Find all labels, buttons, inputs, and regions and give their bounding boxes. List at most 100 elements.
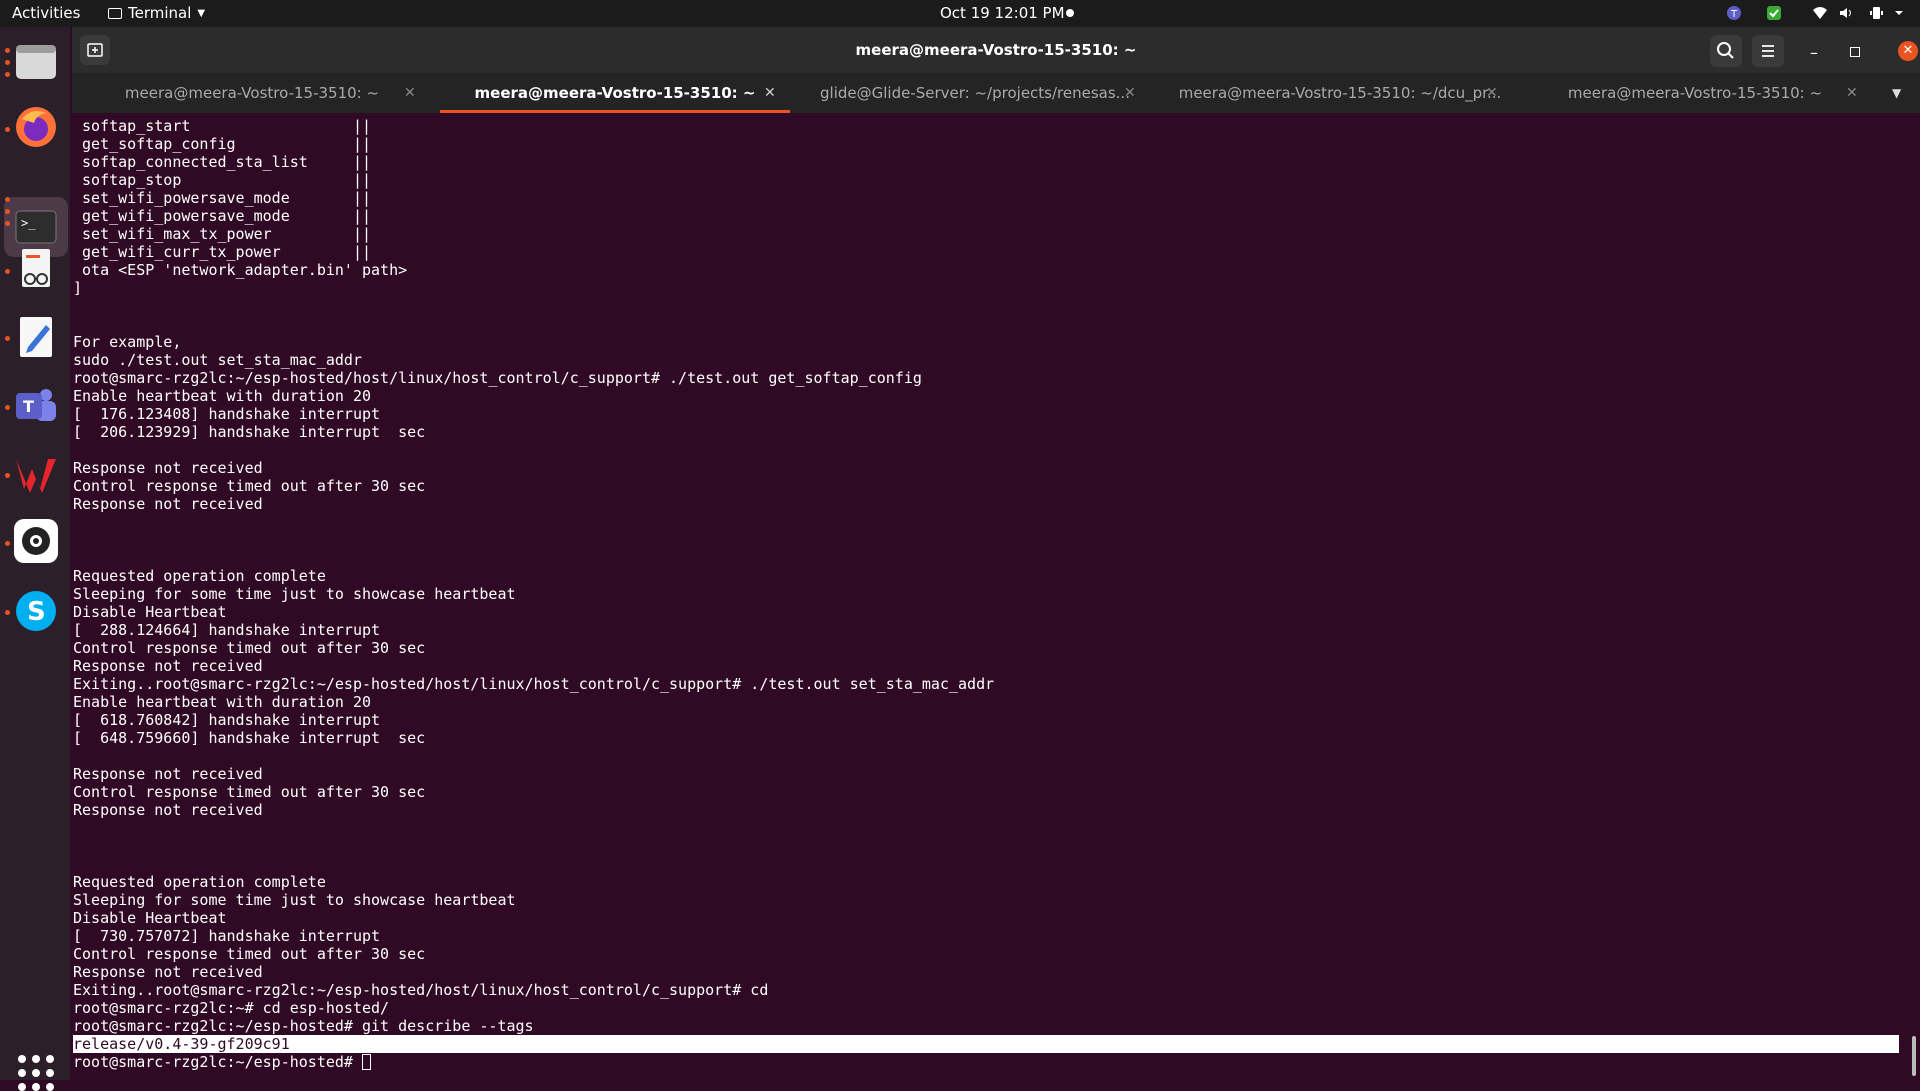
- terminal-headerbar: meera@meera-Vostro-15-3510: ~ – ✕: [72, 27, 1920, 73]
- terminal-output[interactable]: softap_start || get_softap_config || sof…: [72, 113, 1912, 1080]
- show-applications-button[interactable]: [18, 1055, 54, 1091]
- wps-office-icon[interactable]: [12, 449, 60, 497]
- running-indicator: [5, 336, 10, 341]
- terminal-line: get_softap_config ||: [73, 135, 372, 153]
- teams-tray-icon[interactable]: T: [1726, 5, 1742, 21]
- notification-dot: [1066, 9, 1074, 17]
- terminal-line: ]: [73, 279, 83, 297]
- prompt-text: root@smarc-rzg2lc:~/esp-hosted#: [73, 1053, 362, 1071]
- terminal-line: softap_connected_sta_list ||: [73, 153, 372, 171]
- grid-dot: [46, 1055, 54, 1063]
- terminal-line: Enable heartbeat with duration 20: [73, 693, 372, 711]
- running-indicator: [5, 72, 10, 77]
- terminal-line: Requested operation complete: [73, 873, 326, 891]
- tab-5[interactable]: meera@meera-Vostro-15-3510: ~: [1520, 73, 1870, 113]
- grid-dot: [18, 1055, 26, 1063]
- system-menu-chevron-icon[interactable]: [1894, 5, 1904, 21]
- tab-1[interactable]: meera@meera-Vostro-15-3510: ~: [72, 73, 432, 113]
- search-button[interactable]: [1710, 35, 1742, 67]
- svg-text:T: T: [23, 397, 34, 416]
- close-window-button[interactable]: ✕: [1898, 41, 1918, 61]
- grid-dot: [18, 1083, 26, 1091]
- svg-text:T: T: [1730, 9, 1738, 20]
- running-indicator: [5, 48, 10, 53]
- close-tab-icon[interactable]: ✕: [764, 73, 776, 113]
- grid-dot: [32, 1055, 40, 1063]
- terminal-line: release/v0.4-39-gf209c91: [73, 1035, 1899, 1053]
- firefox-icon[interactable]: [12, 103, 60, 151]
- terminal-line: Control response timed out after 30 sec: [73, 783, 426, 801]
- skype-icon[interactable]: S: [12, 587, 60, 635]
- battery-icon[interactable]: [1868, 5, 1884, 21]
- terminal-line: Response not received: [73, 657, 263, 675]
- terminal-line: sudo ./test.out set_sta_mac_addr: [73, 351, 362, 369]
- close-tab-icon[interactable]: ✕: [1124, 73, 1136, 113]
- terminal-line: softap_stop ||: [73, 171, 372, 189]
- running-indicator: [5, 197, 10, 202]
- terminal-line: get_wifi_powersave_mode ||: [73, 207, 372, 225]
- settings-icon[interactable]: [12, 517, 60, 565]
- volume-icon[interactable]: [1838, 5, 1854, 21]
- minimize-button[interactable]: –: [1810, 43, 1818, 62]
- shield-tray-icon[interactable]: [1766, 5, 1782, 21]
- terminal-line: [ 618.760842] handshake interrupt: [73, 711, 381, 729]
- terminal-dock-icon[interactable]: >_: [12, 203, 60, 251]
- tab-2-active[interactable]: meera@meera-Vostro-15-3510: ~: [440, 73, 790, 113]
- text-editor-icon[interactable]: [12, 313, 60, 361]
- close-tab-icon[interactable]: ✕: [1846, 73, 1858, 113]
- teams-icon[interactable]: T: [12, 381, 60, 429]
- chevron-down-icon: ▼: [197, 7, 206, 19]
- terminal-line: root@smarc-rzg2lc:~/esp-hosted# git desc…: [73, 1017, 534, 1035]
- files-icon[interactable]: [12, 37, 60, 85]
- terminal-line: set_wifi_max_tx_power ||: [73, 225, 372, 243]
- running-indicator: [5, 269, 10, 274]
- terminal-line: Enable heartbeat with duration 20: [73, 387, 372, 405]
- terminal-line: ota <ESP 'network_adapter.bin' path>: [73, 261, 408, 279]
- close-tab-icon[interactable]: ✕: [404, 73, 416, 113]
- dock: >_ T S: [0, 27, 70, 1091]
- terminal-line: root@smarc-rzg2lc:~/esp-hosted/host/linu…: [73, 369, 922, 387]
- terminal-line: Sleeping for some time just to showcase …: [73, 585, 516, 603]
- terminal-line: [ 176.123408] handshake interrupt: [73, 405, 381, 423]
- terminal-line: [ 288.124664] handshake interrupt: [73, 621, 381, 639]
- grid-dot: [46, 1069, 54, 1077]
- activities-button[interactable]: Activities: [12, 4, 80, 22]
- running-indicator: [5, 127, 10, 132]
- terminal-line: Control response timed out after 30 sec: [73, 477, 426, 495]
- tab-4[interactable]: meera@meera-Vostro-15-3510: ~/dcu_pr...: [1160, 73, 1520, 113]
- grid-dot: [32, 1083, 40, 1091]
- terminal-line: Response not received: [73, 801, 263, 819]
- terminal-line: For example,: [73, 333, 182, 351]
- terminal-line: [ 648.759660] handshake interrupt sec: [73, 729, 426, 747]
- menu-button[interactable]: [1752, 35, 1784, 67]
- running-indicator: [5, 473, 10, 478]
- wifi-icon[interactable]: [1812, 5, 1828, 21]
- document-viewer-icon[interactable]: [12, 245, 60, 293]
- running-indicator: [5, 610, 10, 615]
- running-indicator: [5, 541, 10, 546]
- terminal-line: get_wifi_curr_tx_power ||: [73, 243, 372, 261]
- tab-bar: meera@meera-Vostro-15-3510: ~ ✕ meera@me…: [72, 73, 1920, 113]
- terminal-scrollbar[interactable]: [1912, 1036, 1916, 1076]
- terminal-text: softap_start || get_softap_config || sof…: [72, 113, 1912, 1053]
- hamburger-icon: [1762, 45, 1774, 57]
- terminal-line: set_wifi_powersave_mode ||: [73, 189, 372, 207]
- grid-dot: [18, 1069, 26, 1077]
- app-menu-label: Terminal: [128, 4, 192, 22]
- running-indicator: [5, 60, 10, 65]
- clock[interactable]: Oct 19 12:01 PM: [940, 4, 1065, 22]
- grid-dot: [46, 1083, 54, 1091]
- svg-text:>_: >_: [21, 216, 36, 230]
- terminal-line: [ 206.123929] handshake interrupt sec: [73, 423, 426, 441]
- app-menu[interactable]: Terminal ▼: [108, 4, 205, 22]
- tab-3[interactable]: glide@Glide-Server: ~/projects/renesas..…: [800, 73, 1150, 113]
- tab-overflow-chevron-icon[interactable]: ▼: [1892, 73, 1901, 113]
- maximize-button[interactable]: [1850, 47, 1860, 57]
- terminal-line: Sleeping for some time just to showcase …: [73, 891, 516, 909]
- close-tab-icon[interactable]: ✕: [1486, 73, 1498, 113]
